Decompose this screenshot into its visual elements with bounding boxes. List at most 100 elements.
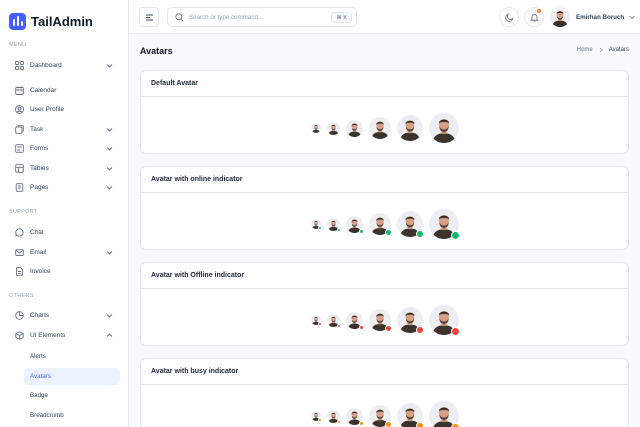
sidebar-item-chat[interactable]: Chat — [9, 224, 120, 241]
search-placeholder: Search or type command... — [189, 13, 264, 21]
chat-icon — [15, 228, 24, 237]
top-header: Search or type command... ⌘ K Emirhan Bo… — [129, 0, 640, 34]
search-input[interactable]: Search or type command... ⌘ K — [167, 7, 357, 27]
sidebar-item-invoice[interactable]: Invoice — [9, 263, 120, 280]
online-indicator — [358, 228, 364, 234]
chevron-down-icon — [106, 314, 113, 318]
sidebar-item-label: User Profile — [30, 106, 64, 113]
chevron-right-icon — [599, 47, 603, 53]
sidebar-item-label: Tables — [30, 165, 49, 172]
avatar — [345, 119, 363, 137]
busy-indicator — [450, 423, 460, 427]
chevron-down-icon — [106, 167, 113, 171]
breadcrumb-home[interactable]: Home — [577, 47, 593, 53]
app-name: TailAdmin — [31, 13, 93, 29]
chevron-up-icon — [106, 333, 113, 337]
sidebar-item-calendar[interactable]: Calendar — [9, 82, 120, 99]
avatar — [310, 315, 322, 326]
sidebar-item-label: Task — [30, 126, 44, 133]
sidebar-item-label: Forms — [30, 145, 49, 152]
sidebar-item-task[interactable]: Task — [9, 121, 120, 138]
offline-indicator — [450, 327, 460, 336]
user-name: Emirhan Boruch — [576, 13, 625, 21]
invoice-icon — [15, 267, 24, 276]
card-title: Avatar with Offline indicator — [141, 263, 628, 289]
pages-icon — [15, 183, 24, 192]
avatar — [368, 117, 391, 139]
avatar — [345, 311, 364, 330]
avatar — [428, 305, 460, 336]
sidebar-item-label: Email — [30, 249, 47, 256]
chevron-down-icon — [106, 64, 113, 68]
sidebar-item-tables[interactable]: Tables — [9, 160, 120, 177]
sidebar-item-pages[interactable]: Pages — [9, 179, 120, 196]
task-icon — [15, 125, 24, 134]
avatar — [345, 215, 364, 234]
sidebar-item-label: Dashboard — [30, 62, 62, 69]
mail-icon — [15, 248, 24, 257]
card-title: Avatar with online indicator — [141, 167, 628, 193]
busy-indicator — [317, 418, 322, 422]
online-indicator — [336, 227, 341, 232]
offline-indicator — [336, 323, 341, 328]
sidebar-item-email[interactable]: Email — [9, 244, 120, 261]
logo-icon — [9, 12, 26, 30]
card-busy-avatar: Avatar with busy indicator — [140, 358, 629, 427]
sidebar-item-dashboard[interactable]: Dashboard — [9, 57, 120, 74]
bell-icon — [529, 13, 539, 22]
avatar — [310, 219, 322, 230]
sidebar-item-forms[interactable]: Forms — [9, 140, 120, 157]
sidebar-subitem-badge[interactable]: Badge — [24, 387, 120, 404]
online-indicator — [415, 230, 424, 238]
sidebar-toggle-button[interactable] — [139, 7, 159, 27]
avatar-row — [141, 401, 628, 427]
offline-indicator — [358, 324, 364, 330]
chevron-down-icon — [106, 147, 113, 151]
user-icon — [15, 105, 24, 114]
sidebar-subitem-breadcrumb[interactable]: Breadcrumb — [24, 407, 120, 424]
page-title: Avatars — [140, 46, 173, 56]
avatar — [396, 115, 423, 141]
card-title: Default Avatar — [141, 71, 628, 97]
breadcrumb: Home Avatars — [577, 47, 629, 53]
search-shortcut: ⌘ K — [331, 12, 352, 23]
avatar — [428, 113, 459, 143]
calendar-icon — [15, 86, 24, 95]
avatar — [326, 217, 341, 232]
sidebar-item-charts[interactable]: Charts — [9, 307, 120, 324]
avatar — [310, 411, 322, 422]
tables-icon — [15, 164, 24, 173]
sidebar-item-ui-elements[interactable]: UI Elements — [9, 327, 120, 344]
avatar — [368, 213, 392, 236]
sidebar-item-label: UI Elements — [30, 332, 66, 339]
app-logo[interactable]: TailAdmin — [9, 12, 93, 30]
section-label-others: OTHERS — [9, 293, 34, 299]
section-label-menu: MENU — [9, 42, 27, 48]
grid-icon — [15, 61, 24, 70]
avatar — [428, 401, 460, 427]
busy-indicator — [336, 419, 341, 424]
notification-badge — [537, 9, 541, 13]
sidebar-subitem-alerts[interactable]: Alerts — [24, 348, 120, 365]
offline-indicator — [415, 326, 424, 334]
sidebar-subitem-avatars[interactable]: Avatars — [24, 368, 120, 385]
sidebar: TailAdmin MENU Dashboard Calendar User P… — [0, 0, 129, 427]
user-menu[interactable]: Emirhan Boruch — [550, 7, 636, 27]
sidebar-item-label: Calendar — [30, 87, 57, 94]
sidebar-item-user-profile[interactable]: User Profile — [9, 101, 120, 118]
card-online-avatar: Avatar with online indicator — [140, 166, 629, 250]
notifications-button[interactable] — [524, 7, 544, 27]
theme-toggle-button[interactable] — [499, 7, 519, 27]
breadcrumb-current: Avatars — [608, 47, 629, 53]
avatar — [345, 407, 364, 426]
sidebar-item-label: Invoice — [30, 268, 51, 275]
box-icon — [15, 331, 24, 340]
sidebar-item-label: Chat — [30, 229, 44, 236]
busy-indicator — [358, 420, 364, 426]
forms-icon — [15, 144, 24, 153]
avatar — [368, 309, 392, 332]
chevron-down-icon — [106, 186, 113, 190]
search-icon — [175, 12, 184, 22]
sidebar-item-label: Charts — [30, 312, 50, 319]
chevron-down-icon — [629, 15, 635, 19]
